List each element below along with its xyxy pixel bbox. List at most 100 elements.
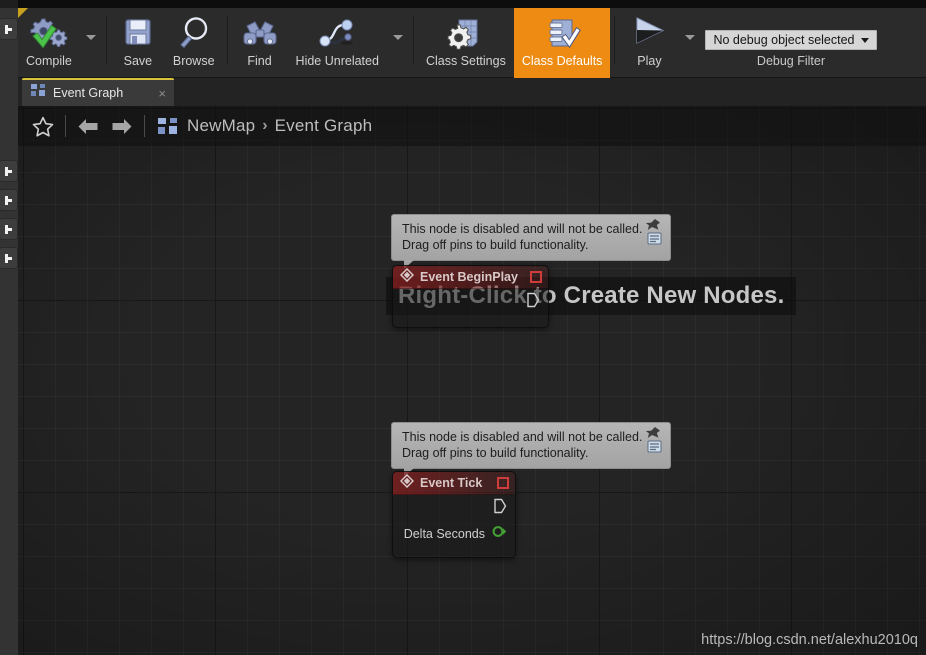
tab-label: Event Graph — [53, 86, 124, 100]
debug-filter-group: No debug object selected Debug Filter — [705, 8, 877, 78]
gear-document-icon — [447, 14, 485, 52]
comment-bubble-icon — [647, 232, 662, 245]
toolbar-button-save[interactable]: Save — [111, 8, 165, 78]
toolbar-label-hide-unrelated: Hide Unrelated — [295, 54, 379, 68]
event-diamond-icon — [399, 267, 415, 287]
node-comment-tick: This node is disabled and will not be ca… — [391, 422, 671, 477]
disabled-red-square-icon — [497, 477, 509, 489]
toolbar-button-class-defaults[interactable]: Class Defaults — [513, 8, 611, 78]
hide-unrelated-dropdown-caret-icon[interactable] — [392, 34, 403, 40]
comment-icons[interactable] — [644, 427, 664, 457]
title-strip — [0, 0, 926, 8]
left-rail-button-1[interactable] — [0, 160, 18, 182]
toolbar-button-class-settings[interactable]: Class Settings — [418, 8, 514, 78]
toolbar-label-find: Find — [247, 54, 272, 68]
left-rail-button-top[interactable] — [0, 18, 18, 40]
toolbar-button-hide-unrelated[interactable]: Hide Unrelated — [288, 8, 387, 78]
toolbar-button-play[interactable]: Play — [619, 8, 679, 78]
node-body-pad — [393, 547, 515, 557]
compile-gears-check-icon — [28, 14, 70, 52]
chevron-right-icon — [5, 253, 12, 263]
node-comment-beginplay: This node is disabled and will not be ca… — [391, 214, 671, 269]
comment-line-1: This node is disabled and will not be ca… — [402, 222, 643, 236]
pin-icon — [645, 427, 660, 438]
toolbar-separator — [412, 16, 414, 64]
toolbar-button-browse[interactable]: Browse — [165, 8, 223, 78]
pin-label-delta-seconds: Delta Seconds — [403, 527, 485, 541]
node-body-pad — [393, 315, 548, 327]
event-diamond-icon — [399, 473, 415, 493]
breadcrumb-item-event-graph[interactable]: Event Graph — [275, 116, 373, 136]
toolbar-separator — [614, 16, 616, 64]
blueprint-graph-icon — [31, 84, 46, 102]
toolbar-separator — [105, 16, 107, 64]
node-body: Delta Seconds — [393, 495, 515, 557]
watermark-text: https://blog.csdn.net/alexhu2010q — [701, 632, 918, 648]
play-dropdown-caret-icon[interactable] — [685, 34, 696, 40]
node-body — [393, 289, 548, 327]
title-strip-left-block — [0, 0, 18, 8]
toolbar-label-compile: Compile — [26, 54, 72, 68]
node-event-beginplay[interactable]: Event BeginPlay — [392, 265, 549, 328]
tab-event-graph[interactable]: Event Graph × — [22, 78, 174, 106]
event-graph-canvas[interactable]: NewMap › Event Graph Right-Click to Crea… — [18, 106, 926, 655]
chevron-right-icon — [5, 224, 12, 234]
toolbar-label-browse: Browse — [172, 54, 215, 68]
comment-line-2: Drag off pins to build functionality. — [402, 446, 589, 460]
comment-line-2: Drag off pins to build functionality. — [402, 238, 589, 252]
breadcrumb: NewMap › Event Graph — [18, 106, 926, 146]
back-arrow-icon[interactable] — [71, 109, 105, 143]
forward-arrow-icon[interactable] — [105, 109, 139, 143]
toolbar-label-play: Play — [637, 54, 662, 68]
blueprint-editor-window: Compile Save Browse Find Hide Unrelated … — [0, 0, 926, 655]
comment-bubble-icon — [647, 440, 662, 453]
left-rail-button-3[interactable] — [0, 218, 18, 240]
chevron-right-icon — [5, 195, 12, 205]
chevron-down-icon — [860, 37, 869, 43]
node-event-tick[interactable]: Event Tick Delta Seconds — [392, 471, 516, 558]
compile-dropdown-caret-icon[interactable] — [85, 34, 96, 40]
main-toolbar: Compile Save Browse Find Hide Unrelated … — [18, 8, 926, 78]
node-header[interactable]: Event BeginPlay — [393, 266, 548, 289]
toolbar-label-class-defaults: Class Defaults — [521, 54, 603, 68]
document-tab-bar: Event Graph × — [18, 78, 926, 106]
node-pin-row-delta-seconds[interactable]: Delta Seconds — [393, 521, 515, 547]
node-header[interactable]: Event Tick — [393, 472, 515, 495]
float-pin-icon[interactable] — [492, 525, 507, 543]
exec-pin-icon[interactable] — [526, 292, 540, 313]
left-rail-button-4[interactable] — [0, 247, 18, 269]
toolbar-button-compile[interactable]: Compile — [18, 8, 80, 78]
node-title: Event BeginPlay — [420, 270, 518, 284]
breadcrumb-item-newmap[interactable]: NewMap — [187, 116, 255, 136]
debug-filter-label: Debug Filter — [756, 54, 826, 68]
toolbar-separator — [226, 16, 228, 64]
breadcrumb-separator-line — [65, 115, 66, 137]
graph-grid — [18, 106, 926, 655]
node-graph-icon — [316, 14, 358, 52]
exec-pin-icon[interactable] — [493, 498, 507, 519]
breadcrumb-separator-line — [144, 115, 145, 137]
comment-icons[interactable] — [644, 219, 664, 249]
left-rail-button-2[interactable] — [0, 189, 18, 211]
checklist-icon — [543, 14, 582, 52]
debug-object-dropdown[interactable]: No debug object selected — [705, 30, 877, 50]
breadcrumb-chevron-icon: › — [262, 117, 268, 134]
floppy-disk-icon — [121, 14, 155, 52]
node-title: Event Tick — [420, 476, 483, 490]
toolbar-button-find[interactable]: Find — [232, 8, 288, 78]
node-exec-output-row[interactable] — [393, 495, 515, 521]
toolbar-label-class-settings: Class Settings — [425, 54, 506, 68]
left-rail — [0, 8, 18, 655]
pin-icon — [645, 219, 660, 230]
chevron-right-icon — [5, 24, 12, 34]
disabled-red-square-icon — [530, 271, 542, 283]
play-triangle-icon — [627, 14, 671, 52]
debug-object-value: No debug object selected — [713, 33, 855, 47]
close-icon[interactable]: × — [156, 87, 168, 100]
toolbar-label-save: Save — [123, 54, 153, 68]
binoculars-icon — [240, 14, 280, 52]
blueprint-graph-icon — [158, 117, 178, 135]
node-exec-output-row[interactable] — [393, 289, 548, 315]
magnifier-icon — [176, 14, 212, 52]
favorite-star-icon[interactable] — [26, 109, 60, 143]
